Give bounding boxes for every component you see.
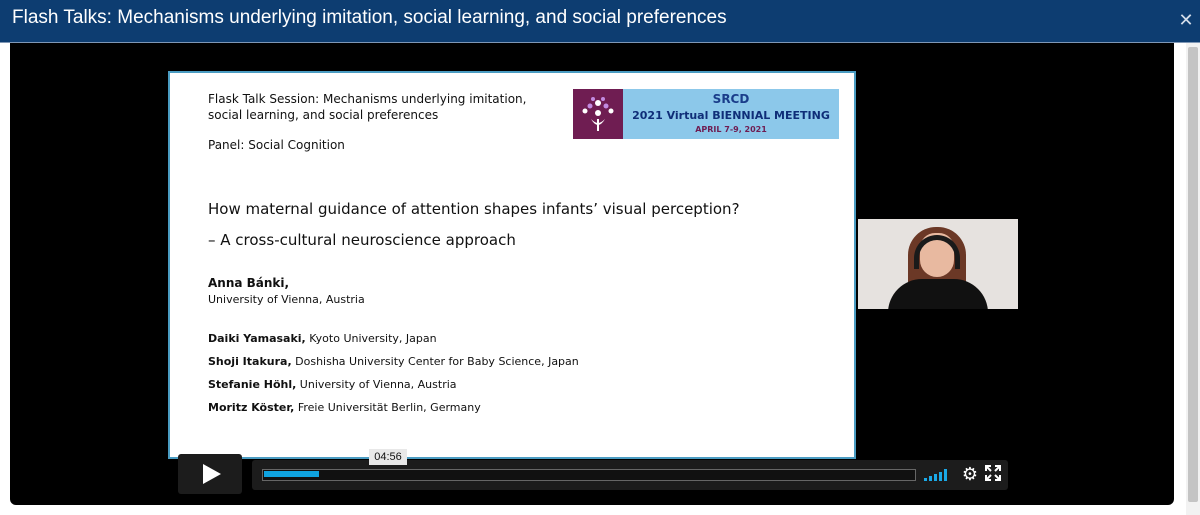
window-title: Flash Talks: Mechanisms underlying imita… <box>12 7 727 28</box>
fullscreen-icon[interactable] <box>985 465 1001 481</box>
coauthor-line: Moritz Köster, Freie Universität Berlin,… <box>208 401 481 414</box>
scrollbar[interactable] <box>1186 43 1200 515</box>
coauthor-line: Daiki Yamasaki, Kyoto University, Japan <box>208 332 437 345</box>
coauthor-name: Moritz Köster, <box>208 401 295 414</box>
coauthor-line: Stefanie Höhl, University of Vienna, Aus… <box>208 378 457 391</box>
meeting-title: 2021 Virtual BIENNIAL MEETING <box>632 109 830 122</box>
presenter-name: Anna Bánki, <box>208 276 290 290</box>
coauthor-name: Daiki Yamasaki, <box>208 332 306 345</box>
window-title-bar: Flash Talks: Mechanisms underlying imita… <box>0 0 1200 43</box>
current-time: 04:56 <box>369 449 407 465</box>
gear-icon[interactable]: ⚙ <box>960 464 980 484</box>
coauthor-name: Stefanie Höhl, <box>208 378 297 391</box>
webcam-speaker-body <box>888 279 988 309</box>
presenter-affiliation: University of Vienna, Austria <box>208 293 365 306</box>
talk-title-line2: – A cross-cultural neuroscience approach <box>208 231 516 249</box>
coauthor-affiliation: Kyoto University, Japan <box>305 332 437 345</box>
srcd-meeting-banner: SRCD 2021 Virtual BIENNIAL MEETING APRIL… <box>573 89 839 139</box>
coauthor-affiliation: Doshisha University Center for Baby Scie… <box>291 355 579 368</box>
coauthor-affiliation: University of Vienna, Austria <box>296 378 457 391</box>
srcd-tree-logo <box>573 89 623 139</box>
session-title: Flask Talk Session: Mechanisms underlyin… <box>208 92 527 122</box>
srcd-banner-text: SRCD 2021 Virtual BIENNIAL MEETING APRIL… <box>623 89 839 139</box>
speaker-webcam <box>858 219 1018 309</box>
control-bar: 04:56 ⚙ <box>252 449 1008 490</box>
coauthor-line: Shoji Itakura, Doshisha University Cente… <box>208 355 579 368</box>
coauthor-name: Shoji Itakura, <box>208 355 292 368</box>
coauthor-affiliation: Freie Universität Berlin, Germany <box>294 401 481 414</box>
panel-label: Panel: Social Cognition <box>208 138 345 152</box>
talk-title-line1: How maternal guidance of attention shape… <box>208 200 740 218</box>
volume-bars-icon[interactable] <box>924 469 950 481</box>
play-icon <box>203 464 221 484</box>
progress-fill <box>264 471 319 477</box>
seek-bar[interactable] <box>262 469 916 481</box>
srcd-logo-text: SRCD <box>712 92 750 106</box>
video-player[interactable]: Flask Talk Session: Mechanisms underlyin… <box>10 43 1174 505</box>
player-controls: 04:56 ⚙ <box>178 449 1008 494</box>
close-icon[interactable]: ✕ <box>1175 9 1197 31</box>
scrollbar-thumb[interactable] <box>1188 47 1198 502</box>
play-button[interactable] <box>178 454 242 494</box>
meeting-dates: APRIL 7-9, 2021 <box>695 125 767 134</box>
presentation-slide: Flask Talk Session: Mechanisms underlyin… <box>168 71 856 459</box>
